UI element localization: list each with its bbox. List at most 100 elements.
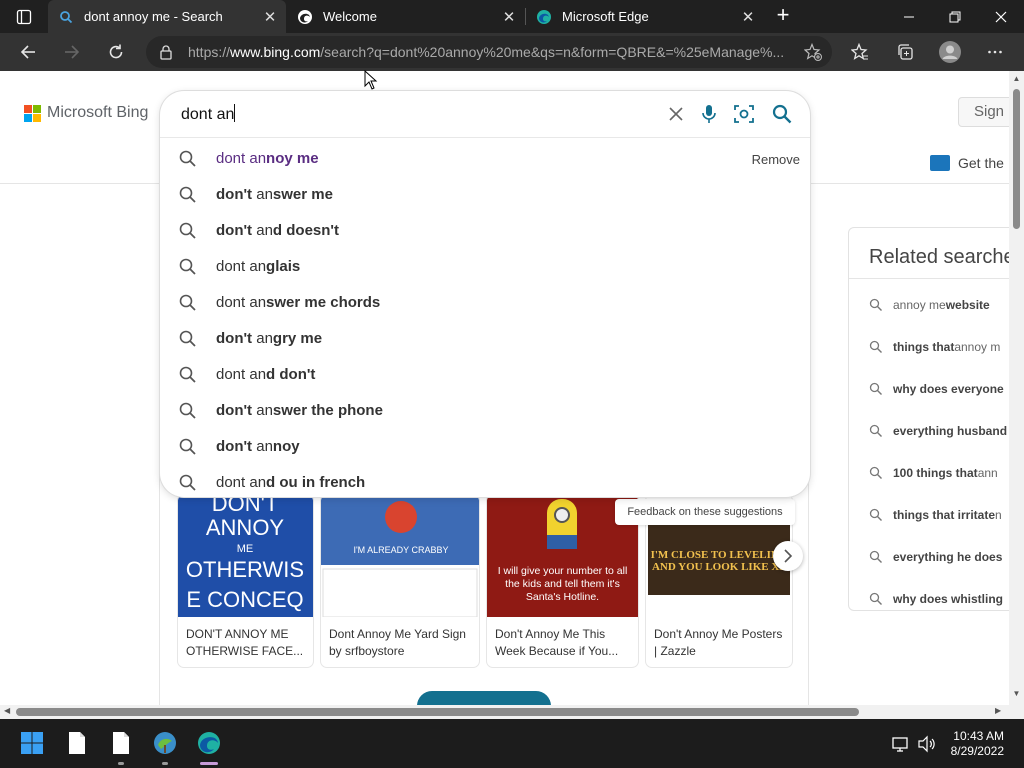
collections-icon — [898, 44, 913, 60]
horizontal-scroll-thumb[interactable] — [16, 708, 859, 716]
address-bar[interactable]: https://www.bing.com/search?q=dont%20ann… — [146, 36, 832, 68]
search-icon — [179, 474, 196, 491]
related-search-item[interactable]: why does everyone — [869, 382, 1004, 396]
close-tab-icon[interactable]: ✕ — [260, 8, 280, 26]
suggestion-item[interactable]: don't angry me — [160, 321, 810, 357]
card-caption[interactable]: DON'T ANNOY ME OTHERWISE FACE... — [186, 626, 308, 660]
profile-button[interactable] — [936, 38, 964, 66]
suggestion-item[interactable]: dont and don't — [160, 357, 810, 393]
system-clock[interactable]: 10:43 AM 8/29/2022 — [951, 729, 1004, 759]
restore-button[interactable] — [932, 0, 978, 33]
card-caption[interactable]: Dont Annoy Me Yard Sign by srfboystore — [329, 626, 471, 660]
favorites-button[interactable] — [846, 38, 874, 66]
mouse-cursor-icon — [364, 70, 378, 90]
sign-in-button[interactable]: Sign i — [958, 97, 1009, 127]
search-submit-button[interactable] — [771, 103, 793, 125]
file-icon[interactable] — [109, 731, 133, 755]
minimize-button[interactable] — [886, 0, 932, 33]
search-icon — [179, 438, 196, 455]
tree-app-icon[interactable] — [153, 731, 177, 755]
remove-history-button[interactable]: Remove — [752, 152, 800, 167]
related-searches-title: Related searche — [869, 246, 1009, 268]
related-search-item[interactable]: everything husband — [869, 424, 1007, 438]
avatar-icon — [939, 41, 961, 63]
related-search-item[interactable]: annoy me website — [869, 298, 990, 312]
windows-start-icon[interactable] — [20, 731, 44, 755]
add-favorite-icon[interactable] — [804, 43, 822, 61]
text-caret — [234, 104, 236, 122]
search-icon — [869, 466, 882, 479]
close-window-button[interactable] — [978, 0, 1024, 33]
card-image-text: I will give your number to all the kids … — [497, 565, 628, 603]
network-icon[interactable] — [892, 735, 910, 753]
clear-search-button[interactable] — [665, 103, 687, 125]
scroll-right-arrow-icon[interactable]: ▶ — [995, 706, 1001, 715]
get-the-app-link[interactable]: Get the — [930, 155, 1004, 171]
suggestion-text: don't and doesn't — [216, 222, 339, 239]
camera-search-icon — [734, 105, 754, 123]
lock-icon[interactable] — [158, 44, 174, 60]
edge-taskbar-icon[interactable] — [197, 731, 221, 755]
card-image-text: OTHERWIS — [186, 557, 304, 582]
suggestion-item[interactable]: dont answer me chords — [160, 285, 810, 321]
file-icon[interactable] — [65, 731, 89, 755]
close-tab-icon[interactable]: ✕ — [499, 8, 519, 26]
related-search-item[interactable]: 100 things that ann — [869, 466, 998, 480]
scroll-left-arrow-icon[interactable]: ◀ — [4, 706, 10, 715]
vertical-scrollbar[interactable]: ▲ ▼ — [1009, 71, 1024, 705]
microsoft-logo-icon — [24, 104, 41, 122]
suggestion-text: dont and ou in french — [216, 474, 366, 491]
tab-actions-button[interactable] — [8, 4, 40, 30]
suggestion-item[interactable]: dont and ou in french — [160, 465, 810, 501]
search-icon — [179, 294, 196, 311]
visual-search-button[interactable] — [733, 103, 755, 125]
close-icon — [995, 11, 1007, 22]
search-icon — [179, 150, 196, 167]
tab-edge[interactable]: Microsoft Edge ✕ — [526, 0, 764, 33]
card-caption[interactable]: Don't Annoy Me Posters | Zazzle — [654, 626, 785, 660]
bing-logo[interactable]: Microsoft Bing — [24, 104, 148, 122]
related-search-item[interactable]: things that annoy m — [869, 340, 1000, 354]
related-search-item[interactable]: things that irritate n — [869, 508, 1002, 522]
forward-arrow-icon — [65, 45, 80, 59]
card-image-text: I'M ALREADY CRABBY — [353, 545, 448, 555]
tab-welcome[interactable]: Welcome ✕ — [287, 0, 525, 33]
feedback-link[interactable]: Feedback on these suggestions — [615, 499, 795, 525]
search-query-text[interactable]: dont an — [181, 106, 234, 123]
see-more-button[interactable] — [417, 691, 551, 705]
tab-title: Microsoft Edge — [562, 9, 649, 24]
suggestion-item[interactable]: dont annoy me Remove — [160, 141, 810, 177]
new-tab-button[interactable]: + — [771, 4, 795, 28]
image-card-1[interactable]: DON'T ANNOY ME OTHERWIS E CONCEQ DON'T A… — [178, 495, 313, 667]
image-card-2[interactable]: I'M ALREADY CRABBY Dont Annoy Me Yard Si… — [321, 495, 479, 667]
card-image-text: ME — [237, 543, 254, 555]
suggestion-item[interactable]: don't answer the phone — [160, 393, 810, 429]
search-input[interactable]: dont an — [160, 91, 810, 137]
url-text[interactable]: https://www.bing.com/search?q=dont%20ann… — [188, 44, 788, 60]
suggestion-item[interactable]: dont anglais — [160, 249, 810, 285]
card-image[interactable]: DON'T ANNOY ME OTHERWIS E CONCEQ — [178, 495, 313, 617]
close-tab-icon[interactable]: ✕ — [738, 8, 758, 26]
card-image[interactable]: I'M ALREADY CRABBY — [321, 495, 479, 618]
tab-search[interactable]: dont annoy me - Search ✕ — [48, 0, 286, 33]
suggestion-text: don't annoy — [216, 438, 300, 455]
related-search-item[interactable]: everything he does — [869, 550, 1002, 564]
suggestion-item[interactable]: don't annoy — [160, 429, 810, 465]
card-caption[interactable]: Don't Annoy Me This Week Because if You.… — [495, 626, 631, 660]
volume-icon[interactable] — [918, 735, 936, 753]
forward-button[interactable] — [58, 38, 86, 66]
suggestion-item[interactable]: don't answer me — [160, 177, 810, 213]
search-icon — [869, 550, 882, 563]
suggestion-item[interactable]: don't and doesn't — [160, 213, 810, 249]
settings-menu-button[interactable] — [981, 38, 1009, 66]
voice-search-button[interactable] — [698, 103, 720, 125]
scroll-down-arrow-icon[interactable]: ▼ — [1012, 689, 1021, 698]
back-button[interactable] — [14, 38, 42, 66]
collections-button[interactable] — [891, 38, 919, 66]
refresh-button[interactable] — [102, 38, 130, 66]
scroll-up-arrow-icon[interactable]: ▲ — [1012, 74, 1021, 83]
vertical-scroll-thumb[interactable] — [1013, 89, 1020, 229]
carousel-next-button[interactable] — [773, 541, 803, 571]
horizontal-scrollbar[interactable]: ◀ ▶ — [0, 705, 1009, 719]
related-search-item[interactable]: why does whistling — [869, 592, 1003, 606]
